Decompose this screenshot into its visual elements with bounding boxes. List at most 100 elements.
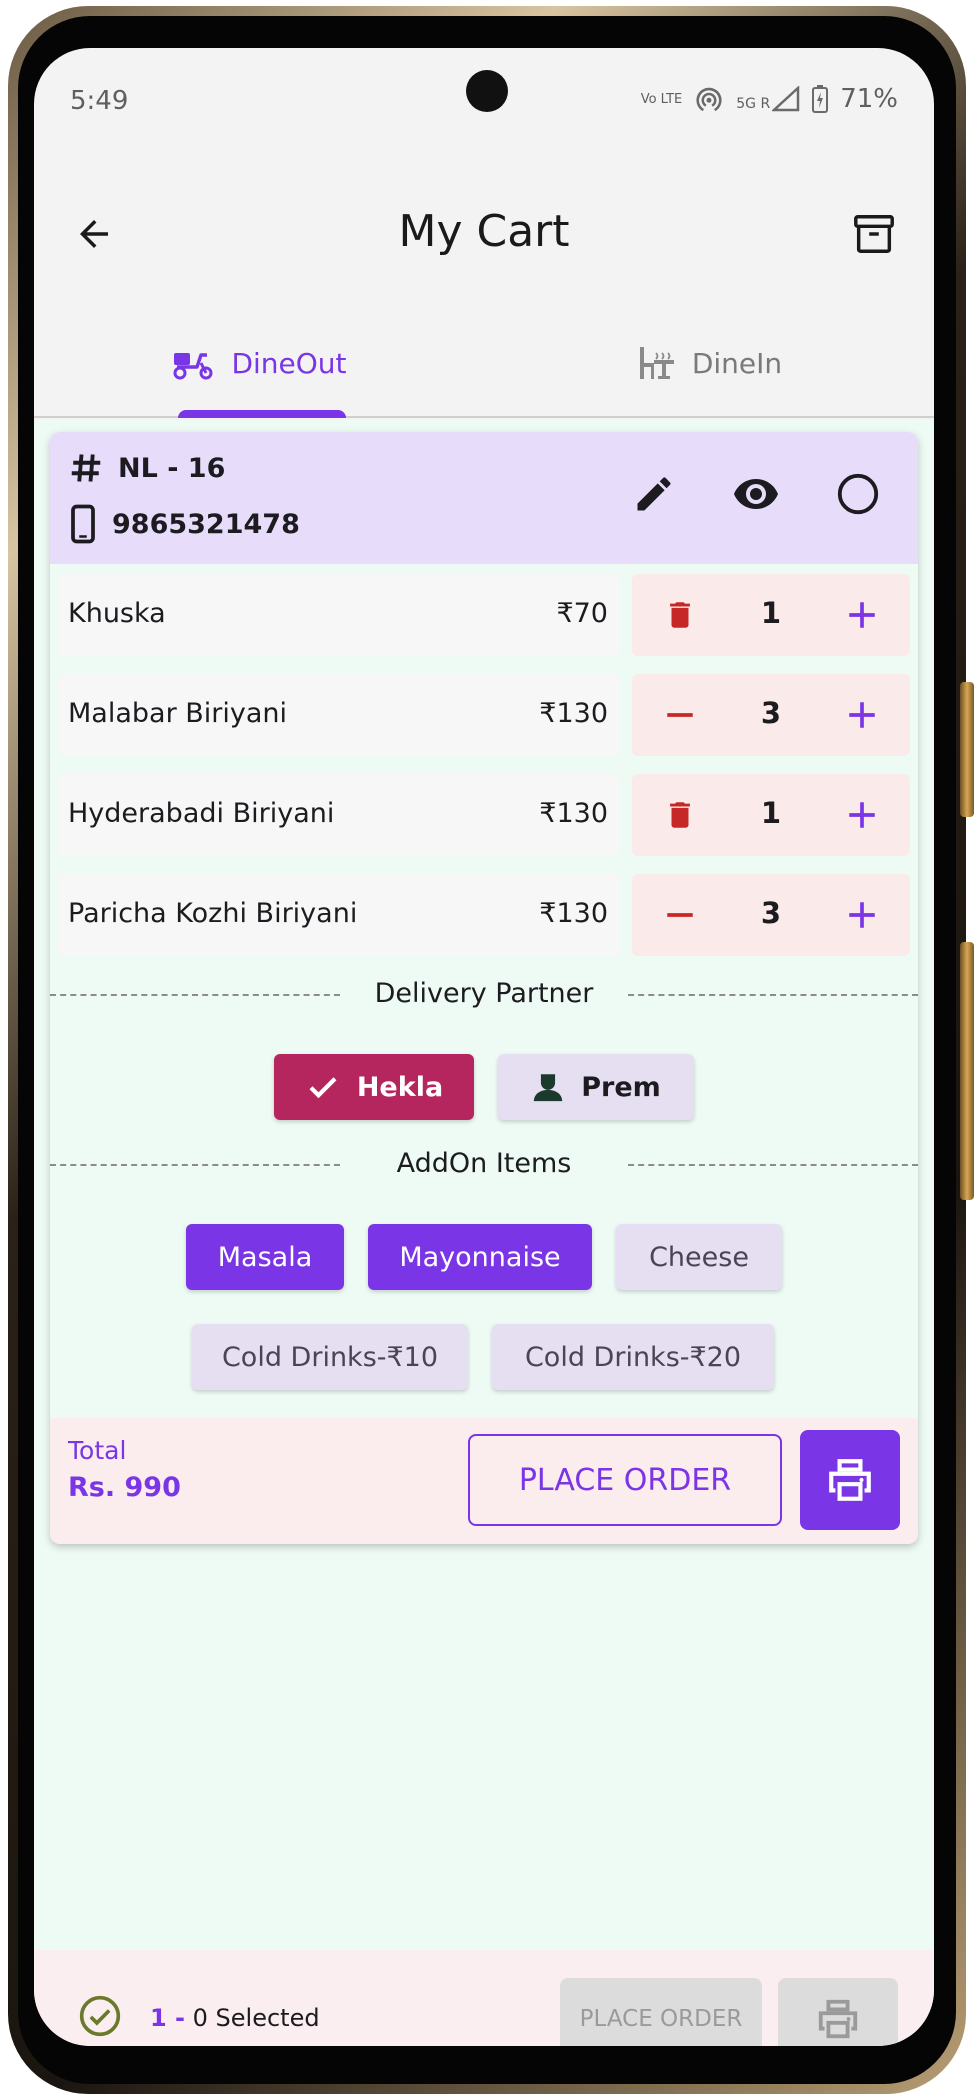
check-circle-icon[interactable]: [78, 1994, 122, 2038]
mobile-phone-icon: [71, 504, 95, 544]
partner-chip-hekla[interactable]: Hekla: [274, 1054, 474, 1120]
cart-content: NL - 16 9865321478 Khuska ₹70 1 Malabar …: [34, 420, 934, 1950]
status-icons: Vo LTE 5G R 71%: [641, 84, 898, 114]
plus-icon: [849, 902, 875, 928]
selection-count: 1 - 0 Selected: [150, 2004, 320, 2032]
status-bar: 5:49 Vo LTE 5G R 71%: [34, 48, 934, 158]
archive-box-icon: [854, 215, 894, 253]
addon-name: Masala: [217, 1241, 313, 1273]
person-icon: [534, 1074, 563, 1102]
print-button[interactable]: [800, 1430, 900, 1530]
order-card: NL - 16 9865321478 Khuska ₹70 1 Malabar …: [50, 432, 918, 1544]
cart-item-info: Paricha Kozhi Biriyani ₹130: [58, 874, 620, 956]
tab-dineout[interactable]: DineOut: [34, 310, 484, 416]
cart-item: Khuska ₹70 1: [58, 574, 910, 656]
cart-item: Paricha Kozhi Biriyani ₹130 3: [58, 874, 910, 956]
selection-count-text: 0 Selected: [185, 2004, 320, 2032]
quantity-stepper: 1: [632, 574, 910, 656]
order-type-tabs: DineOut DineIn: [34, 310, 934, 418]
increase-quantity-button[interactable]: [834, 787, 890, 843]
cart-item-price: ₹130: [539, 798, 608, 829]
bottom-selection-bar: 1 - 0 Selected PLACE ORDER: [34, 1950, 934, 2046]
addon-name: Cheese: [649, 1241, 749, 1273]
screen: 5:49 Vo LTE 5G R 71% My Cart DineOut Din…: [34, 48, 934, 2046]
signal-5g-label: 5G R: [736, 96, 771, 112]
hash-icon: [71, 454, 101, 482]
addon-items-divider: AddOn Items: [50, 1144, 918, 1184]
cart-item-price: ₹130: [539, 698, 608, 729]
scooter-icon: [173, 353, 213, 380]
cart-item-name: Hyderabadi Biriyani: [68, 798, 335, 829]
place-order-button[interactable]: PLACE ORDER: [468, 1434, 782, 1526]
select-order-radio[interactable]: [834, 470, 882, 518]
total-amount: Rs. 990: [68, 1472, 181, 1503]
quantity-stepper: 3: [632, 874, 910, 956]
bulk-place-order-button[interactable]: PLACE ORDER: [560, 1978, 762, 2046]
order-card-actions: [630, 470, 882, 518]
printer-icon: [818, 1999, 858, 2039]
cart-item-name: Paricha Kozhi Biriyani: [68, 898, 358, 929]
bulk-print-button[interactable]: [778, 1978, 898, 2046]
volte-label: Vo LTE: [640, 91, 683, 107]
cart-item: Hyderabadi Biriyani ₹130 1: [58, 774, 910, 856]
circle-select-icon: [837, 473, 879, 515]
plus-icon: [849, 602, 875, 628]
check-icon: [309, 1077, 337, 1099]
delivery-partner-divider: Delivery Partner: [50, 974, 918, 1014]
phone-number: 9865321478: [112, 508, 300, 540]
increase-quantity-button[interactable]: [834, 887, 890, 943]
tab-dineout-label: DineOut: [231, 346, 347, 380]
increase-quantity-button[interactable]: [834, 687, 890, 743]
addon-chip-mayonnaise[interactable]: Mayonnaise: [368, 1224, 592, 1290]
total-label: Total: [68, 1436, 127, 1465]
phone-number-row: 9865321478: [68, 504, 300, 544]
table-number: NL - 16: [118, 452, 226, 484]
archive-button[interactable]: [842, 202, 906, 266]
signal-5g-icon: 5G R: [736, 86, 800, 112]
cart-item-name: Khuska: [68, 598, 166, 629]
plus-icon: [849, 702, 875, 728]
tab-indicator: [178, 410, 346, 418]
printer-icon: [829, 1459, 871, 1501]
front-camera: [466, 70, 508, 112]
cart-item-info: Malabar Biriyani ₹130: [58, 674, 620, 756]
volume-button: [960, 682, 974, 817]
order-card-header: NL - 16 9865321478: [50, 432, 918, 564]
tab-dinein-label: DineIn: [691, 346, 783, 380]
addon-name: Mayonnaise: [399, 1241, 561, 1273]
quantity-stepper: 1: [632, 774, 910, 856]
hotspot-icon: [696, 87, 722, 112]
partner-name: Hekla: [356, 1071, 444, 1103]
addon-chip-cold-drinks-20[interactable]: Cold Drinks-₹20: [492, 1324, 774, 1390]
power-button: [960, 942, 974, 1200]
total-bar: Total Rs. 990 PLACE ORDER: [50, 1418, 918, 1544]
table-number-row: NL - 16: [68, 450, 225, 486]
status-time: 5:49: [70, 86, 129, 116]
selection-count-number: 1 -: [150, 2004, 186, 2032]
page-title: My Cart: [398, 206, 570, 257]
cart-item-info: Hyderabadi Biriyani ₹130: [58, 774, 620, 856]
addon-chip-cheese[interactable]: Cheese: [616, 1224, 782, 1290]
eye-icon: [734, 479, 778, 509]
divider-line: [628, 994, 918, 996]
dining-table-icon: [639, 347, 674, 379]
battery-percent: 71%: [840, 84, 898, 114]
battery-icon: [812, 85, 829, 113]
tab-dinein[interactable]: DineIn: [484, 310, 934, 416]
app-bar: My Cart: [34, 158, 934, 308]
view-button[interactable]: [732, 470, 780, 518]
edit-button[interactable]: [630, 470, 678, 518]
quantity-stepper: 3: [632, 674, 910, 756]
addon-chip-masala[interactable]: Masala: [186, 1224, 344, 1290]
addon-chip-cold-drinks-10[interactable]: Cold Drinks-₹10: [192, 1324, 468, 1390]
cart-item-info: Khuska ₹70: [58, 574, 620, 656]
volte-icon: Vo LTE: [641, 93, 683, 106]
partner-name: Prem: [581, 1071, 661, 1103]
partner-chip-prem[interactable]: Prem: [498, 1054, 694, 1120]
addon-name: Cold Drinks-₹20: [524, 1341, 742, 1373]
edit-icon: [637, 477, 671, 511]
divider-line: [628, 1164, 918, 1166]
cart-item: Malabar Biriyani ₹130 3: [58, 674, 910, 756]
cart-item-price: ₹130: [539, 898, 608, 929]
increase-quantity-button[interactable]: [834, 587, 890, 643]
